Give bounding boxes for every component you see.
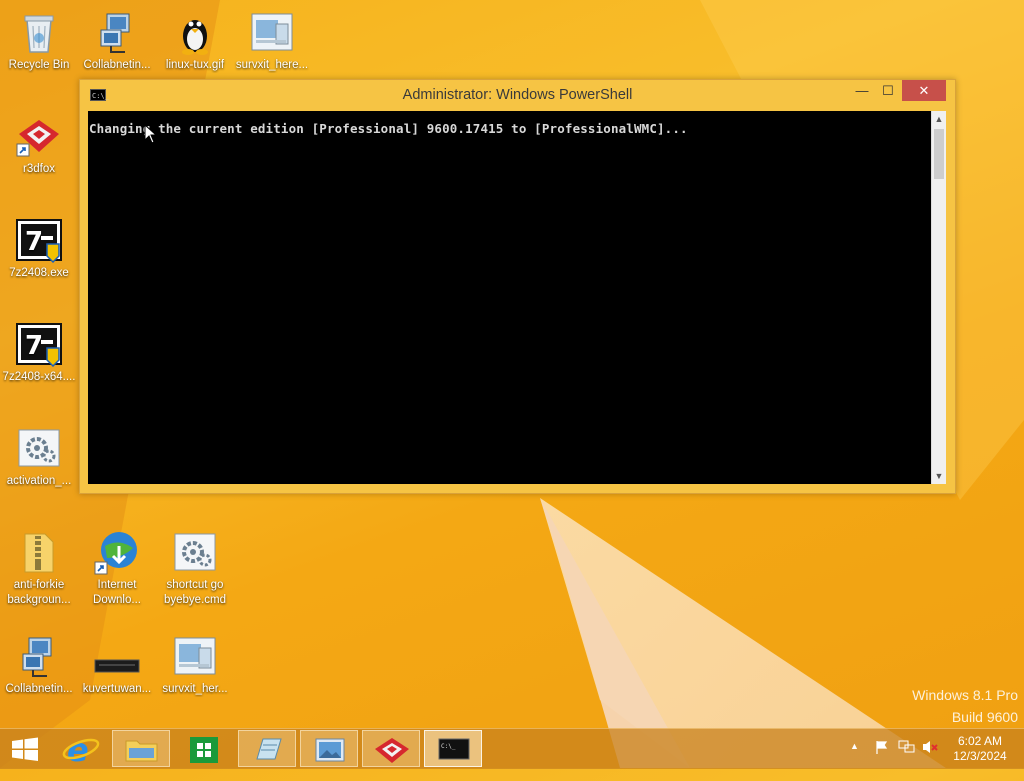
r3dfox-icon [15,112,63,160]
seven-zip-icon: 7 [15,216,63,264]
svg-text:C:\_: C:\_ [441,743,456,750]
console-output: Changing the current edition [Profession… [89,121,688,136]
icon-label: 7z2408-x64.... [2,371,76,383]
taskbar-photos[interactable] [300,730,358,767]
desktop-icon-7z2408[interactable]: 7 7z2408.exe [1,216,77,281]
taskbar-ie[interactable]: e [52,730,110,769]
file-explorer-icon [125,740,158,762]
icon-label: r3dfox [23,163,55,175]
window-title: Administrator: Windows PowerShell [402,87,633,103]
scroll-up-icon[interactable]: ▲ [932,111,946,127]
notebook-icon [256,738,282,760]
taskbar-file-explorer[interactable] [112,730,170,767]
download-manager-icon [93,528,141,576]
volume-muted-icon[interactable] [921,739,939,779]
icon-label: survxit_her... [162,683,228,695]
console-area[interactable]: Changing the current edition [Profession… [88,111,931,484]
desktop-icon-internet-download[interactable]: Internet Downlo... [79,528,155,608]
desktop-icon-collabnetin[interactable]: Collabnetin... [79,8,155,73]
close-button[interactable]: ✕ [902,80,946,101]
desktop-icon-shortcut-go-byebye[interactable]: shortcut go byebye.cmd [157,528,233,608]
network-computer-icon [93,8,141,56]
watermark-edition: Windows 8.1 Pro [912,687,1018,703]
zip-folder-icon [15,528,63,576]
mouse-cursor-icon [144,123,158,149]
desktop-icon-survxit-here[interactable]: survxit_here... [234,8,310,73]
svg-text:7: 7 [25,331,43,361]
taskbar-store[interactable] [175,730,233,767]
icon-label: Internet Downlo... [93,579,141,606]
recycle-bin-icon [15,8,63,56]
desktop-icon-kuvertuwan[interactable]: kuvertuwan... [79,632,155,697]
windows-logo-icon [12,737,38,761]
scroll-thumb[interactable] [934,129,944,179]
windows-version-watermark: Windows 8.1 Pro Build 9600 [912,684,1018,728]
watermark-build: Build 9600 [951,709,1018,725]
r3dfox-icon [375,738,409,763]
network-computer-icon [15,632,63,680]
taskbar: e C:\_ ▲ 6:02 AM 12/3/2024 [0,728,1024,769]
window-file-icon [248,8,296,56]
taskbar-notebook[interactable] [238,730,296,767]
clock-date: 12/3/2024 [953,749,1007,763]
minimize-button[interactable]: — [848,80,876,101]
ie-icon: e [62,731,100,769]
gear-file-icon [171,528,219,576]
powershell-window[interactable]: C:\_ Administrator: Windows PowerShell —… [79,79,956,494]
network-icon[interactable] [898,739,916,779]
gear-file-icon [15,424,63,472]
show-hidden-icons-icon[interactable]: ▲ [850,741,859,781]
tux-penguin-icon [171,8,219,56]
clock-time: 6:02 AM [957,734,1003,748]
desktop-icon-7z2408-x64[interactable]: 7 7z2408-x64.... [1,320,77,385]
icon-label: anti-forkie backgroun... [7,579,71,606]
icon-label: linux-tux.gif [165,59,225,71]
photos-icon [315,738,345,762]
svg-text:e: e [67,731,89,767]
desktop-icon-linux-tux[interactable]: linux-tux.gif [157,8,233,73]
icon-label: Collabnetin... [5,683,73,695]
scroll-down-icon[interactable]: ▼ [932,468,946,484]
icon-label: 7z2408.exe [9,267,69,279]
icon-label: survxit_here... [235,59,309,71]
seven-zip-icon: 7 [15,320,63,368]
maximize-button[interactable]: ☐ [874,80,902,101]
icon-label: Recycle Bin [8,59,70,71]
taskbar-clock[interactable]: 6:02 AM 12/3/2024 [948,734,1012,764]
vertical-scrollbar[interactable]: ▲ ▼ [931,111,946,484]
desktop-icon-survxit-her[interactable]: survxit_her... [157,632,233,697]
desktop-icon-r3dfox[interactable]: r3dfox [1,112,77,177]
black-bar-icon [93,632,141,680]
powershell-icon: C:\_ [438,738,470,760]
desktop-icon-recycle-bin[interactable]: Recycle Bin [1,8,77,73]
desktop-icon-anti-forkie[interactable]: anti-forkie backgroun... [1,528,77,608]
svg-text:7: 7 [25,227,43,257]
taskbar-powershell[interactable]: C:\_ [424,730,482,767]
start-button[interactable] [0,730,50,767]
action-center-flag-icon[interactable] [874,739,890,779]
window-file-icon [171,632,219,680]
store-icon [190,737,218,763]
window-titlebar[interactable]: C:\_ Administrator: Windows PowerShell —… [80,80,955,111]
desktop-icon-activation[interactable]: activation_... [1,424,77,489]
desktop-icon-collabnetin-2[interactable]: Collabnetin... [1,632,77,697]
icon-label: kuvertuwan... [82,683,152,695]
icon-label: shortcut go byebye.cmd [163,579,226,606]
taskbar-r3dfox[interactable] [362,730,420,767]
icon-label: Collabnetin... [83,59,151,71]
icon-label: activation_... [6,475,72,487]
